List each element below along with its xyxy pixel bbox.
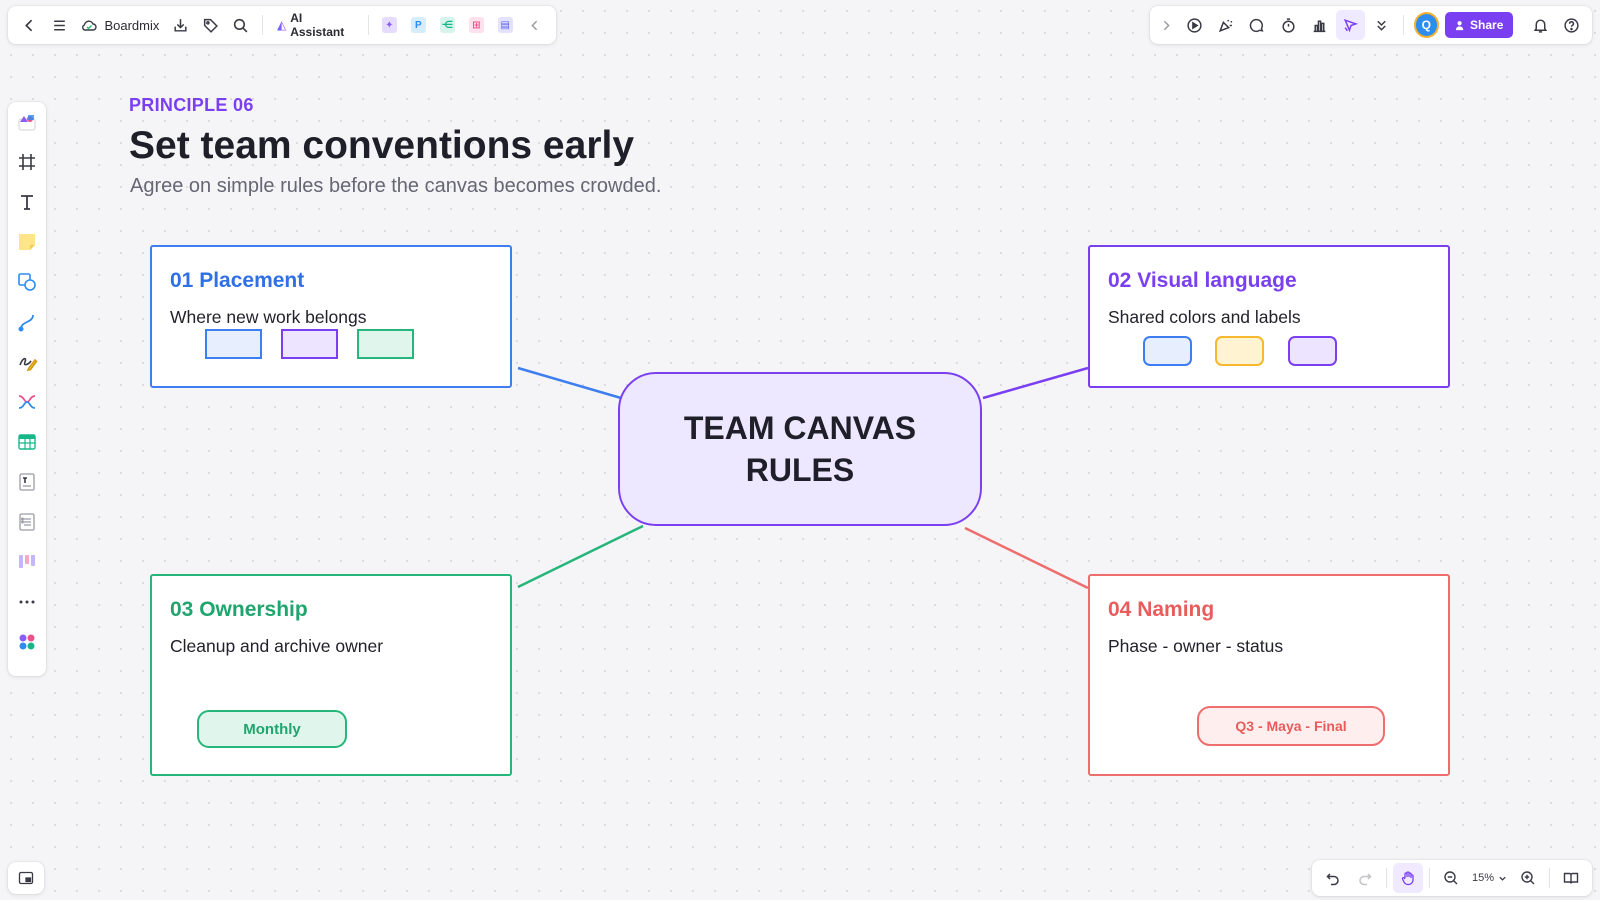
zone-swatch-purple[interactable] bbox=[281, 329, 338, 359]
color-label-blue[interactable] bbox=[1143, 336, 1192, 366]
toolbar-divider bbox=[1549, 868, 1551, 888]
connector-visual-language bbox=[982, 366, 1089, 400]
frame-icon[interactable] bbox=[11, 146, 43, 178]
card-description: Phase - owner - status bbox=[1108, 636, 1284, 656]
card-ownership[interactable]: 03 Ownership Cleanup and archive owner M… bbox=[150, 574, 512, 776]
card-description: Cleanup and archive owner bbox=[170, 636, 384, 656]
follow-cursor-icon[interactable] bbox=[1335, 10, 1366, 40]
comment-icon[interactable] bbox=[1242, 10, 1271, 40]
cadence-chip[interactable]: Monthly bbox=[197, 710, 347, 748]
connector-placement bbox=[517, 366, 622, 400]
page-subtitle: Agree on simple rules before the canvas … bbox=[130, 175, 662, 197]
menu-icon[interactable] bbox=[46, 11, 72, 39]
zone-swatch-blue[interactable] bbox=[205, 329, 262, 359]
kanban-icon[interactable] bbox=[11, 546, 43, 578]
connector-line-icon[interactable] bbox=[11, 306, 43, 338]
celebrate-icon[interactable] bbox=[1211, 10, 1240, 40]
expand-icon[interactable] bbox=[1156, 10, 1177, 40]
undo-icon[interactable] bbox=[1318, 863, 1348, 893]
image-generator-icon[interactable]: ✦ bbox=[381, 17, 397, 33]
central-topic-line-1: TEAM CANVAS bbox=[683, 410, 917, 446]
toolbar-divider bbox=[1402, 15, 1404, 35]
toolbar-divider bbox=[1386, 868, 1387, 888]
zoom-level: 15% bbox=[1472, 872, 1495, 884]
pen-icon[interactable] bbox=[11, 346, 43, 378]
templates-icon[interactable] bbox=[11, 106, 43, 138]
chevron-down-icon bbox=[1499, 876, 1506, 881]
zoom-in-icon[interactable] bbox=[1513, 863, 1543, 893]
sticky-note-icon[interactable] bbox=[11, 226, 43, 258]
minimap-icon bbox=[18, 871, 34, 885]
left-toolbar bbox=[8, 102, 46, 676]
ai-logo-icon: ◭ bbox=[276, 18, 287, 32]
page-title: Set team conventions early bbox=[129, 124, 635, 167]
card-title: 04 Naming bbox=[1108, 598, 1215, 621]
card-description: Where new work belongs bbox=[170, 307, 367, 327]
text-icon[interactable] bbox=[11, 186, 43, 218]
user-avatar[interactable]: Q bbox=[1415, 14, 1438, 36]
mindmap-icon[interactable] bbox=[11, 386, 43, 418]
redo-icon[interactable] bbox=[1350, 863, 1380, 893]
add-user-icon bbox=[1455, 20, 1464, 30]
central-topic[interactable]: TEAM CANVAS RULES bbox=[618, 372, 982, 526]
present-play-icon[interactable] bbox=[1179, 10, 1208, 40]
card-description: Shared colors and labels bbox=[1108, 307, 1301, 327]
hand-pan-icon[interactable] bbox=[1393, 863, 1423, 893]
connector-ownership bbox=[517, 524, 644, 589]
apps-icon[interactable] bbox=[11, 626, 43, 658]
mindmap-app-icon[interactable]: ⋲ bbox=[439, 17, 455, 33]
chat-app-icon[interactable]: ▤ bbox=[497, 17, 513, 33]
naming-example-chip[interactable]: Q3 - Maya - Final bbox=[1197, 706, 1385, 746]
flowchart-app-icon[interactable]: ⊞ bbox=[468, 17, 484, 33]
vote-icon[interactable] bbox=[1305, 10, 1334, 40]
cloud-sync-icon bbox=[82, 20, 98, 31]
toolbar-divider bbox=[262, 15, 263, 35]
notification-bell-icon[interactable] bbox=[1525, 10, 1554, 40]
toolbar-divider bbox=[367, 15, 369, 35]
help-icon[interactable] bbox=[1557, 10, 1586, 40]
zoom-out-icon[interactable] bbox=[1436, 863, 1466, 893]
share-label: Share bbox=[1470, 18, 1504, 32]
color-label-yellow[interactable] bbox=[1215, 336, 1264, 366]
more-chevron-icon[interactable] bbox=[1367, 10, 1396, 40]
zoom-level-dropdown[interactable]: 15% bbox=[1468, 872, 1511, 884]
text-document-icon[interactable] bbox=[11, 466, 43, 498]
download-icon[interactable] bbox=[167, 11, 193, 39]
brand[interactable]: Boardmix bbox=[76, 18, 163, 33]
card-placement[interactable]: 01 Placement Where new work belongs bbox=[150, 245, 512, 388]
tag-icon[interactable] bbox=[198, 11, 224, 39]
toolbar-divider bbox=[1429, 868, 1430, 888]
top-left-toolbar: Boardmix ◭ AI Assistant ✦ P ⋲ ⊞ ▤ bbox=[8, 6, 556, 44]
card-title: 01 Placement bbox=[170, 269, 305, 292]
search-icon[interactable] bbox=[228, 11, 254, 39]
share-button[interactable]: Share bbox=[1445, 12, 1514, 38]
card-title: 02 Visual language bbox=[1108, 269, 1297, 292]
color-label-purple[interactable] bbox=[1288, 336, 1337, 366]
central-topic-line-2: RULES bbox=[745, 452, 855, 488]
connector-naming bbox=[964, 526, 1089, 590]
card-title: 03 Ownership bbox=[170, 598, 308, 621]
list-icon[interactable] bbox=[11, 506, 43, 538]
zone-swatch-green[interactable] bbox=[357, 329, 414, 359]
ai-assistant-button[interactable]: ◭ AI Assistant bbox=[271, 11, 360, 39]
back-icon[interactable] bbox=[16, 11, 42, 39]
bottom-right-toolbar: 15% bbox=[1312, 860, 1592, 896]
brand-name: Boardmix bbox=[104, 17, 160, 33]
presentation-app-icon[interactable]: P bbox=[410, 17, 426, 33]
timer-icon[interactable] bbox=[1273, 10, 1302, 40]
minimap-toggle[interactable] bbox=[8, 862, 44, 894]
principle-label: PRINCIPLE 06 bbox=[129, 95, 254, 115]
guide-book-icon[interactable] bbox=[1556, 863, 1586, 893]
ai-assistant-label: AI Assistant bbox=[290, 11, 345, 39]
shapes-icon[interactable] bbox=[11, 266, 43, 298]
top-right-toolbar: Q Share bbox=[1150, 6, 1592, 44]
card-visual-language[interactable]: 02 Visual language Shared colors and lab… bbox=[1088, 245, 1450, 388]
collapse-icon[interactable] bbox=[522, 11, 548, 39]
table-icon[interactable] bbox=[11, 426, 43, 458]
more-tools-icon[interactable] bbox=[11, 586, 43, 618]
card-naming[interactable]: 04 Naming Phase - owner - status Q3 - Ma… bbox=[1088, 574, 1450, 776]
